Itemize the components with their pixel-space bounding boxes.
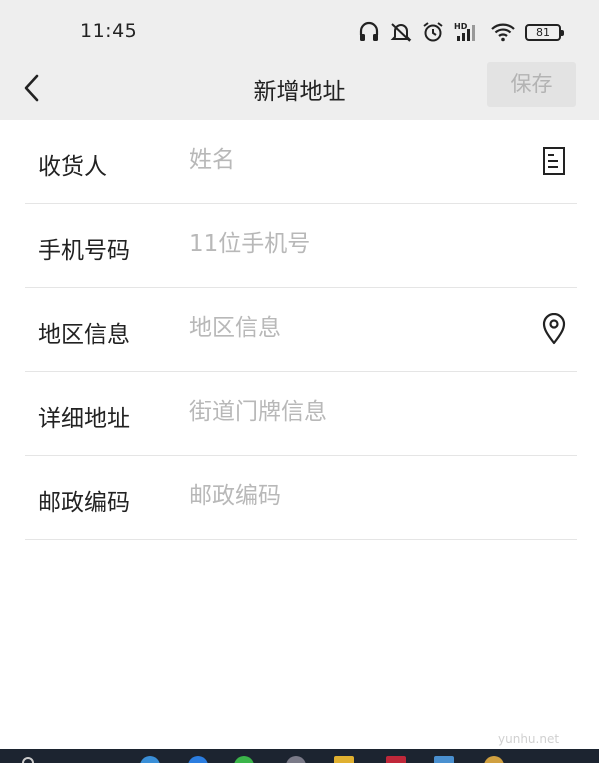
nav-bar: 新增地址 保存: [0, 62, 599, 120]
battery-icon: 81: [525, 23, 564, 41]
silent-bell-icon: [389, 21, 413, 43]
alarm-icon: [422, 21, 444, 43]
form-row-region: 地区信息: [25, 288, 577, 372]
form-row-recipient: 收货人: [25, 120, 577, 204]
detail-address-input[interactable]: [189, 392, 519, 432]
wifi-icon: [490, 21, 516, 43]
app-icon[interactable]: [434, 756, 454, 763]
region-input[interactable]: [189, 308, 519, 348]
chat-icon[interactable]: [234, 756, 254, 763]
address-form: 收货人 手机号码 地区信息 详细地址 邮政编码: [0, 120, 599, 540]
phone-label: 手机号码: [38, 238, 130, 264]
recipient-label: 收货人: [38, 154, 107, 180]
save-button[interactable]: 保存: [487, 62, 576, 107]
folder-icon[interactable]: [334, 756, 354, 763]
location-pin-icon[interactable]: [537, 312, 571, 346]
recipient-name-input[interactable]: [189, 140, 519, 180]
status-time: 11:45: [80, 20, 138, 42]
form-row-detail-address: 详细地址: [25, 372, 577, 456]
phone-input[interactable]: [189, 224, 519, 264]
form-row-postcode: 邮政编码: [25, 456, 577, 540]
watermark: yunhu.net: [498, 732, 560, 746]
status-icons: HD 81: [358, 18, 564, 46]
app-icon[interactable]: [188, 756, 208, 763]
app-icon[interactable]: [484, 756, 504, 763]
region-label: 地区信息: [38, 322, 130, 348]
postcode-label: 邮政编码: [38, 490, 130, 516]
app-icon[interactable]: [386, 756, 406, 763]
hd-signal-icon: HD: [453, 21, 481, 43]
form-row-phone: 手机号码: [25, 204, 577, 288]
app-icon[interactable]: [286, 756, 306, 763]
detail-address-label: 详细地址: [38, 406, 130, 432]
contacts-book-icon[interactable]: [537, 144, 571, 178]
postcode-input[interactable]: [189, 476, 519, 516]
status-bar: 11:45 HD 81: [0, 0, 599, 62]
headphones-icon: [358, 21, 380, 43]
svg-text:HD: HD: [454, 22, 468, 31]
search-icon[interactable]: [22, 757, 34, 763]
browser-icon[interactable]: [140, 756, 160, 763]
taskbar: [0, 749, 599, 763]
